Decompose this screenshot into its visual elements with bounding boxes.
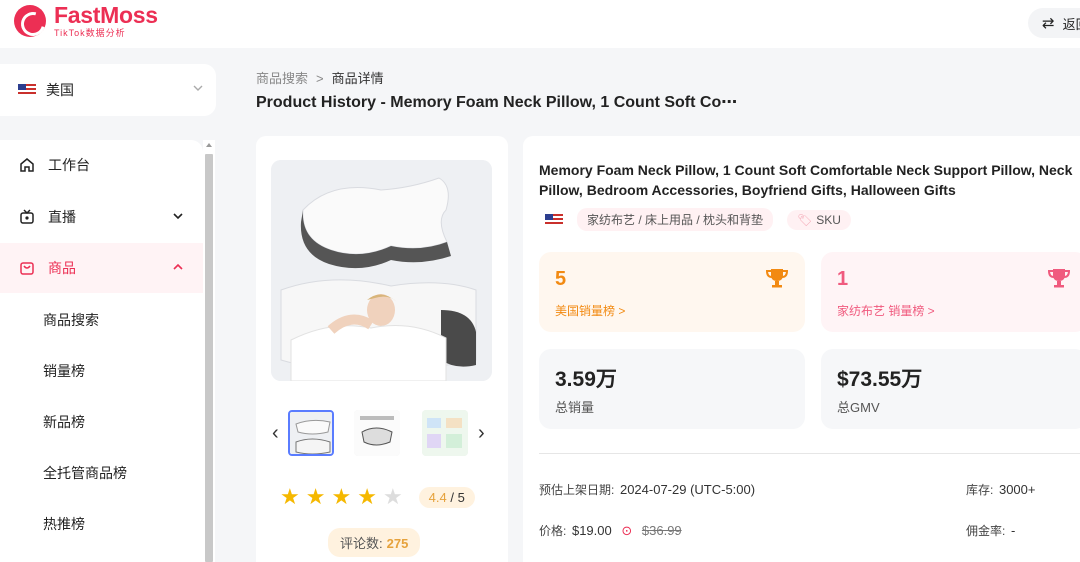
sidebar-subitem-managed-rank[interactable]: 全托管商品榜 bbox=[0, 448, 203, 498]
back-label: 返回 bbox=[1062, 16, 1080, 32]
category-tag[interactable]: 家纺布艺 / 床上用品 / 枕头和背垫 bbox=[577, 208, 774, 231]
review-count-badge: 评论数: 275 bbox=[328, 528, 421, 557]
star-icon: ★ bbox=[280, 484, 300, 509]
breadcrumb-separator-icon: > bbox=[316, 71, 324, 86]
listed-date: 预估上架日期: 2024-07-29 (UTC-5:00) bbox=[539, 481, 755, 498]
sidebar-subitem-new-rank[interactable]: 新品榜 bbox=[0, 397, 203, 447]
brand-tagline: TikTok数据分析 bbox=[54, 28, 126, 38]
page-title: Product History - Memory Foam Neck Pillo… bbox=[256, 94, 738, 111]
breadcrumb-current: 商品详情 bbox=[331, 71, 384, 86]
product-main-image[interactable] bbox=[271, 160, 492, 381]
thumbnail-prev-icon[interactable]: ‹ bbox=[272, 422, 279, 445]
bag-icon bbox=[18, 259, 36, 277]
home-icon bbox=[18, 156, 36, 174]
rating-stars: ★ ★ ★ ★ ★ 4.4 / 5 bbox=[280, 484, 475, 510]
product-title: Memory Foam Neck Pillow, 1 Count Soft Co… bbox=[539, 162, 1073, 198]
sidebar-subitem-product-search[interactable]: 商品搜索 bbox=[0, 295, 203, 345]
commission-label: 佣金率: bbox=[966, 524, 1006, 538]
sidebar-subitem-sales-rank[interactable]: 销量榜 bbox=[0, 346, 203, 396]
sidebar-item-live[interactable]: 直播 bbox=[0, 192, 203, 242]
breadcrumb: 商品搜索 > 商品详情 bbox=[256, 68, 384, 87]
thumbnail-1[interactable] bbox=[288, 410, 334, 456]
us-flag-icon bbox=[18, 84, 36, 96]
sidebar-item-products[interactable]: 商品 bbox=[0, 243, 203, 293]
rating-value: 4.4 bbox=[428, 489, 447, 505]
us-flag-icon bbox=[545, 213, 563, 226]
tag-icon: 🏷 bbox=[797, 212, 813, 227]
scrollbar-thumb[interactable] bbox=[205, 154, 213, 562]
country-rank-value: 5 bbox=[555, 268, 567, 290]
country-selector[interactable]: 美国 bbox=[0, 64, 216, 116]
stock: 库存: 3000+ bbox=[966, 481, 1035, 498]
trophy-icon bbox=[765, 266, 789, 296]
chevron-up-icon bbox=[173, 262, 183, 275]
thumbnail-2[interactable] bbox=[354, 410, 400, 456]
category-rank-link[interactable]: 家纺布艺 销量榜 > bbox=[837, 302, 935, 319]
chevron-down-icon bbox=[173, 211, 183, 224]
star-icon: ★ bbox=[331, 484, 352, 509]
live-icon bbox=[18, 208, 36, 226]
category-rank-card[interactable]: 1 家纺布艺 销量榜 > bbox=[821, 252, 1080, 332]
sidebar-item-label: 工作台 bbox=[48, 157, 90, 173]
rating-max: / 5 bbox=[450, 489, 465, 505]
sidebar-subitem-hot-push-rank[interactable]: 热推榜 bbox=[0, 499, 203, 549]
total-gmv-label: 总GMV bbox=[837, 400, 880, 415]
swap-icon: ⇄ bbox=[1042, 15, 1055, 32]
breadcrumb-parent[interactable]: 商品搜索 bbox=[256, 71, 308, 86]
scroll-up-arrow-icon[interactable] bbox=[206, 143, 212, 147]
stock-value: 3000+ bbox=[998, 482, 1036, 497]
brand-name: FastMoss bbox=[54, 2, 158, 28]
thumbnail-next-icon[interactable]: › bbox=[478, 422, 485, 445]
category-rank-value: 1 bbox=[837, 268, 849, 290]
thumbnail-strip: ‹ › bbox=[272, 408, 492, 458]
back-button[interactable]: ⇄ 返回 bbox=[1028, 8, 1080, 38]
total-sales-card: 3.59万 总销量 bbox=[539, 349, 805, 429]
rating-badge: 4.4 / 5 bbox=[418, 486, 475, 508]
sidebar-item-label: 直播 bbox=[48, 209, 76, 225]
star-icon: ★ bbox=[357, 484, 377, 509]
stock-label: 库存: bbox=[966, 483, 994, 497]
chevron-down-icon bbox=[192, 82, 204, 97]
country-rank-link[interactable]: 美国销量榜 > bbox=[555, 302, 625, 319]
sidebar-item-label: 商品 bbox=[48, 260, 76, 276]
listed-date-label: 预估上架日期: bbox=[539, 483, 615, 497]
sidebar-scrollbar[interactable] bbox=[203, 140, 215, 562]
sidebar-item-workbench[interactable]: 工作台 bbox=[0, 140, 203, 190]
country-label: 美国 bbox=[46, 82, 74, 98]
commission-value: - bbox=[1010, 523, 1016, 538]
product-info-card: Memory Foam Neck Pillow, 1 Count Soft Co… bbox=[523, 136, 1080, 562]
sidebar: 工作台 直播 商品 商品搜索 销量榜 新品榜 全托管商品榜 热推榜 bbox=[0, 140, 203, 562]
country-rank-card[interactable]: 5 美国销量榜 > bbox=[539, 252, 805, 332]
sku-tag[interactable]: 🏷 SKU bbox=[787, 209, 851, 230]
commission: 佣金率: - bbox=[966, 522, 1015, 539]
total-sales-label: 总销量 bbox=[555, 400, 595, 415]
product-tags: 家纺布艺 / 床上用品 / 枕头和背垫 🏷 SKU bbox=[545, 208, 851, 231]
top-bar: FastMoss TikTok数据分析 ⇄ 返回 bbox=[0, 0, 1080, 48]
star-empty-icon: ★ bbox=[382, 484, 403, 509]
price-compare-icon[interactable]: ⊙ bbox=[621, 523, 632, 538]
star-icon: ★ bbox=[305, 484, 326, 509]
price-value: $19.00 bbox=[571, 523, 612, 538]
divider bbox=[539, 453, 1080, 454]
price-label: 价格: bbox=[539, 524, 567, 538]
original-price: $36.99 bbox=[641, 523, 682, 538]
review-count: 275 bbox=[386, 536, 409, 551]
product-image-card: ‹ › ★ ★ ★ ★ ★ 4.4 / 5 评论数: 275 bbox=[256, 136, 508, 562]
fastmoss-logo-icon bbox=[14, 5, 46, 37]
logo[interactable]: FastMoss TikTok数据分析 bbox=[14, 4, 158, 38]
price: 价格: $19.00 ⊙ $36.99 bbox=[539, 522, 682, 539]
trophy-icon bbox=[1047, 266, 1071, 296]
thumbnail-3[interactable] bbox=[422, 410, 468, 456]
review-label: 评论数: bbox=[340, 536, 383, 551]
total-gmv-card: $73.55万 总GMV bbox=[821, 349, 1080, 429]
listed-date-value: 2024-07-29 (UTC-5:00) bbox=[619, 482, 756, 497]
total-gmv-value: $73.55万 bbox=[837, 368, 923, 391]
total-sales-value: 3.59万 bbox=[555, 368, 617, 391]
sku-label: SKU bbox=[816, 212, 841, 227]
